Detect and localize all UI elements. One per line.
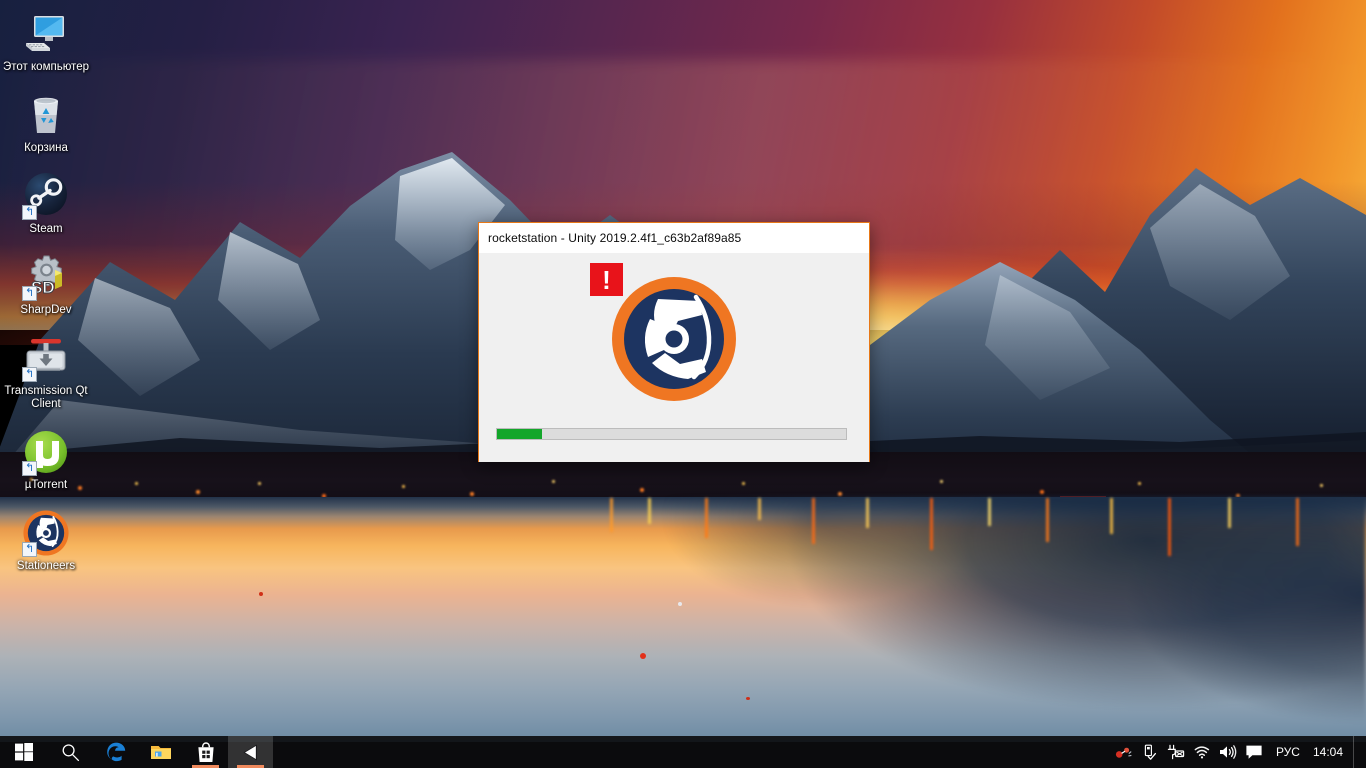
desktop-icon-label: Transmission Qt Client (4, 385, 88, 410)
show-desktop-button[interactable] (1353, 736, 1360, 768)
desktop-icon-stationeers[interactable]: Stationeers (0, 505, 92, 576)
stationeers-logo-icon (612, 277, 736, 401)
desktop-icon-sharpdev[interactable]: SD SharpDev (0, 249, 92, 320)
safely-remove-hardware-icon[interactable] (1137, 736, 1163, 768)
volume-icon[interactable] (1215, 736, 1241, 768)
shortcut-overlay-icon (22, 367, 37, 382)
desktop-icon-label: µTorrent (24, 479, 68, 491)
splash-progress-fill (497, 429, 543, 439)
desktop-icon-label: Этот компьютер (3, 61, 89, 73)
desktop-icon-label: SharpDev (20, 304, 72, 316)
shortcut-overlay-icon (22, 286, 37, 301)
desktop[interactable]: Этот компьютер Корзина ↱ Steam SD ↱ Shar… (0, 0, 1366, 768)
desktop-icon-label: Корзина (24, 142, 68, 154)
unity-icon (243, 743, 257, 761)
transmission-icon (22, 334, 70, 382)
desktop-icon-label: Steam (29, 223, 63, 235)
shortcut-overlay-icon (22, 461, 37, 476)
recycle-bin-icon (22, 91, 70, 139)
desktop-icon-recycle-bin[interactable]: Корзина (0, 87, 92, 158)
windows-logo-icon (15, 743, 33, 761)
steam-icon (22, 172, 70, 220)
clock[interactable]: 14:04 (1309, 736, 1353, 768)
utorrent-icon (22, 428, 70, 476)
desktop-icon-utorrent[interactable]: µTorrent (0, 424, 92, 495)
desktop-icon-this-pc[interactable]: Этот компьютер (0, 6, 92, 77)
store-icon (197, 741, 214, 762)
stationeers-icon (22, 509, 70, 557)
edge-button[interactable] (93, 736, 138, 768)
edge-icon (106, 742, 125, 762)
microsoft-store-button[interactable] (183, 736, 228, 768)
splash-titlebar[interactable]: rocketstation - Unity 2019.2.4f1_c63b2af… (479, 223, 869, 253)
search-icon (62, 743, 80, 761)
splash-progress-bar (496, 428, 847, 440)
desktop-icon-steam[interactable]: Steam (0, 168, 92, 239)
shortcut-overlay-icon (22, 542, 37, 557)
splash-title: rocketstation - Unity 2019.2.4f1_c63b2af… (488, 230, 742, 245)
utorrent-tray-icon[interactable] (1111, 736, 1137, 768)
splash-logo-wrap: ! (590, 263, 740, 405)
search-button[interactable] (48, 736, 93, 768)
network-icon[interactable] (1189, 736, 1215, 768)
desktop-icon-transmission[interactable]: Transmission Qt Client (0, 330, 92, 414)
language-indicator[interactable]: РУС (1267, 736, 1309, 768)
this-pc-icon (22, 10, 70, 58)
desktop-icon-label: Stationeers (16, 560, 76, 572)
file-explorer-button[interactable] (138, 736, 183, 768)
taskbar[interactable]: РУС 14:04 (0, 736, 1366, 768)
folder-icon (150, 746, 171, 759)
shortcut-overlay-icon (22, 205, 37, 220)
splash-body: ! (479, 253, 869, 462)
unity-splash-window[interactable]: rocketstation - Unity 2019.2.4f1_c63b2af… (478, 222, 870, 462)
taskbar-spacer (273, 736, 1111, 768)
system-tray[interactable]: РУС 14:04 (1111, 736, 1366, 768)
power-icon[interactable] (1163, 736, 1189, 768)
start-button[interactable] (0, 736, 48, 768)
action-center-icon[interactable] (1241, 736, 1267, 768)
sharpdev-icon: SD (22, 253, 70, 301)
warning-badge-label: ! (602, 264, 611, 295)
desktop-icon-grid[interactable]: Этот компьютер Корзина ↱ Steam SD ↱ Shar… (0, 6, 100, 586)
warning-badge-icon: ! (590, 263, 623, 296)
unity-button[interactable] (228, 736, 273, 768)
